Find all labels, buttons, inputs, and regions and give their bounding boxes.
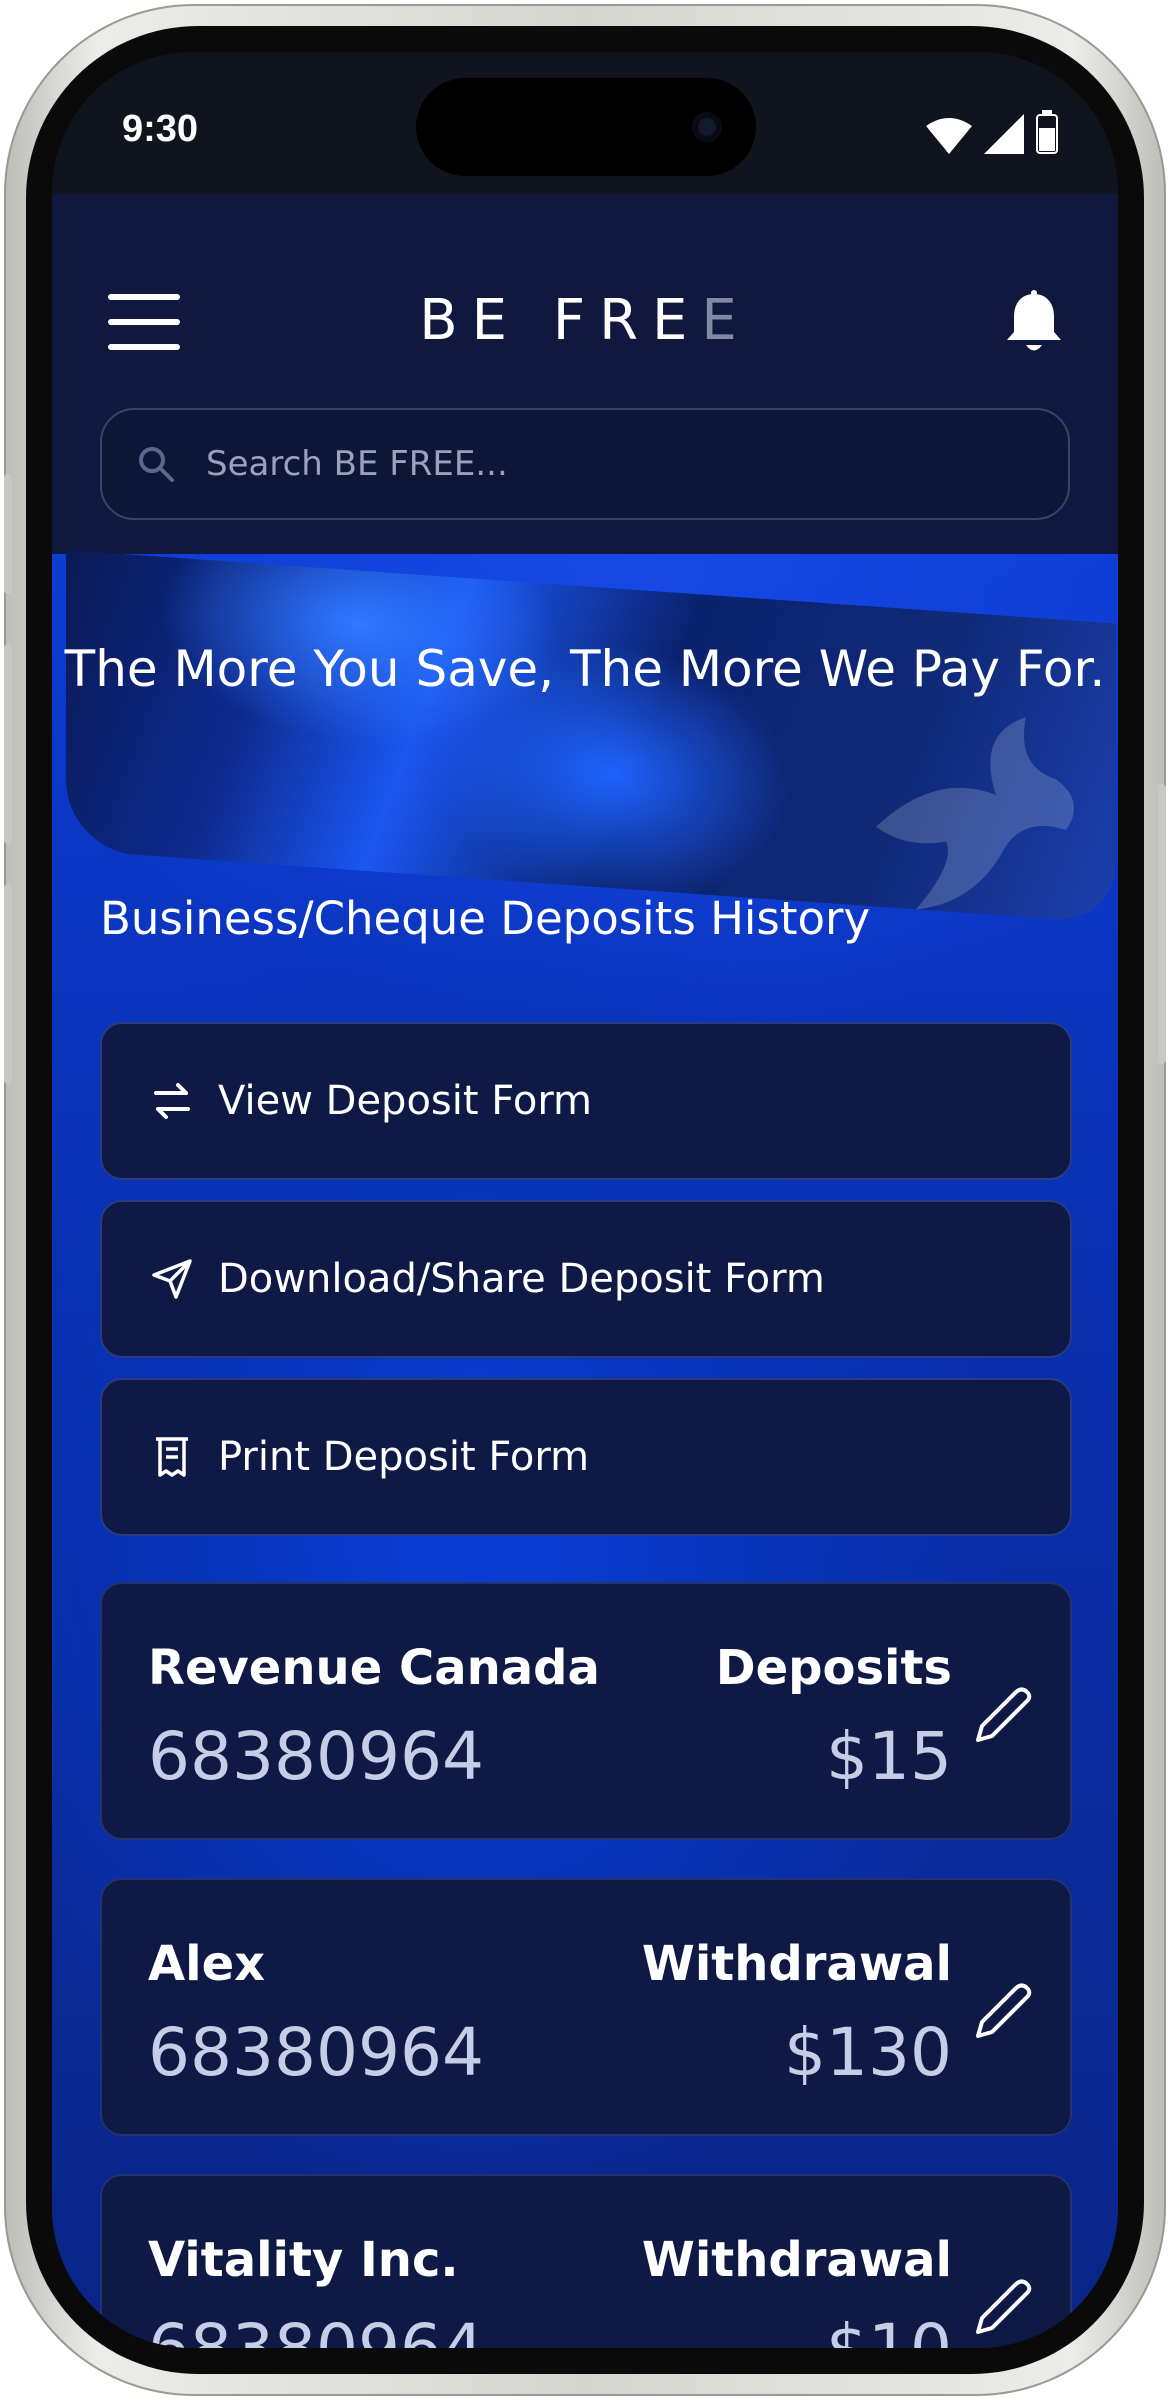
- status-icons: [926, 110, 1058, 154]
- brand-text: BE FRE: [419, 288, 702, 353]
- pencil-edit-icon[interactable]: [970, 1978, 1036, 2044]
- section-title: Business/Cheque Deposits History: [100, 892, 871, 945]
- transaction-amount: $15: [826, 1718, 952, 1795]
- transaction-amount: $130: [784, 2014, 952, 2091]
- search-bar[interactable]: [100, 408, 1070, 520]
- transaction-type: Deposits: [715, 1640, 952, 1696]
- receipt-icon: [156, 1437, 188, 1477]
- volume-up-side-button: [4, 644, 12, 844]
- pencil-edit-icon[interactable]: [970, 1682, 1036, 1748]
- volume-down-side-button: [4, 884, 12, 1084]
- view-deposit-form-label: View Deposit Form: [218, 1078, 593, 1124]
- brand-logo: BE FREE: [52, 288, 1118, 353]
- transaction-card[interactable]: Alex 68380964 Withdrawal $130: [100, 1878, 1072, 2136]
- brand-text-fade: E: [701, 288, 751, 353]
- action-side-button: [4, 474, 12, 594]
- dynamic-island: [416, 78, 756, 176]
- transaction-account: 68380964: [148, 2014, 484, 2091]
- transaction-type: Withdrawal: [641, 2232, 952, 2288]
- swap-arrows-icon: [154, 1083, 190, 1119]
- transaction-card[interactable]: Revenue Canada 68380964 Deposits $15: [100, 1582, 1072, 1840]
- transaction-account: 68380964: [148, 1718, 484, 1795]
- screen: 9:30 BE FREE Search BE FREE... The More …: [52, 52, 1118, 2348]
- app-header: BE FREE: [52, 194, 1118, 554]
- transaction-amount: $10: [826, 2310, 952, 2348]
- send-icon: [152, 1259, 192, 1299]
- transaction-name: Alex: [148, 1936, 266, 1992]
- print-deposit-form-button[interactable]: Print Deposit Form: [100, 1378, 1072, 1536]
- download-share-deposit-form-button[interactable]: Download/Share Deposit Form: [100, 1200, 1072, 1358]
- transaction-card[interactable]: Vitality Inc. 68380964 Withdrawal $10: [100, 2174, 1072, 2348]
- bird-watermark-icon: [876, 717, 1074, 910]
- print-deposit-form-label: Print Deposit Form: [218, 1434, 590, 1480]
- download-share-deposit-form-label: Download/Share Deposit Form: [218, 1256, 825, 1302]
- transaction-name: Revenue Canada: [148, 1640, 600, 1696]
- transaction-type: Withdrawal: [641, 1936, 952, 1992]
- transaction-name: Vitality Inc.: [148, 2232, 459, 2288]
- promo-banner-text: The More You Save, The More We Pay For.: [64, 640, 1106, 698]
- cellular-signal-icon: [984, 114, 1024, 154]
- search-input[interactable]: [206, 444, 986, 484]
- status-bar: 9:30: [52, 52, 1118, 194]
- power-side-button: [1158, 784, 1166, 1064]
- promo-banner: [66, 550, 1116, 924]
- wifi-icon: [926, 118, 972, 154]
- main-content: The More You Save, The More We Pay For. …: [52, 550, 1118, 2348]
- bell-icon[interactable]: [1002, 290, 1066, 356]
- pencil-edit-icon[interactable]: [970, 2274, 1036, 2340]
- front-camera-icon: [692, 112, 722, 142]
- status-time: 9:30: [122, 108, 199, 150]
- battery-icon: [1036, 110, 1058, 154]
- transaction-account: 68380964: [148, 2310, 484, 2348]
- search-icon: [139, 447, 174, 482]
- view-deposit-form-button[interactable]: View Deposit Form: [100, 1022, 1072, 1180]
